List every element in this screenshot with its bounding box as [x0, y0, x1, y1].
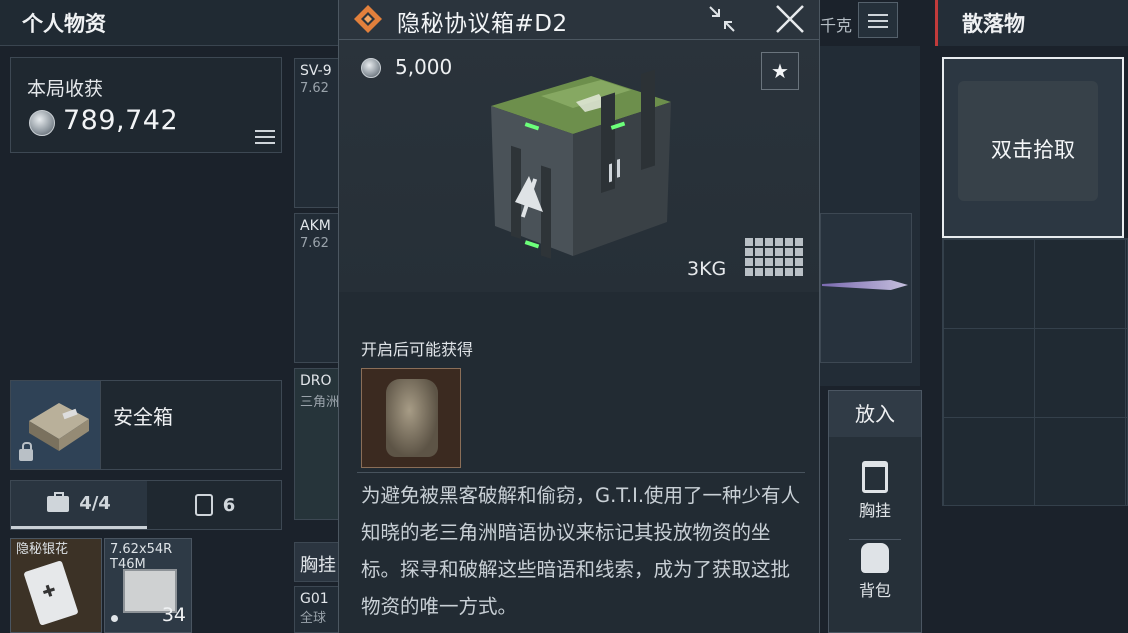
size-cell	[795, 268, 803, 276]
modal-header: 隐秘协议箱#D2	[339, 0, 819, 40]
size-cell	[795, 258, 803, 266]
personal-items-header: 个人物资	[0, 0, 338, 46]
size-cell	[765, 258, 773, 266]
backpack-icon	[386, 379, 438, 457]
list-icon	[868, 14, 888, 28]
slot-name: 隐秘银花	[16, 542, 69, 557]
size-cell	[745, 238, 753, 246]
possible-loot-item[interactable]	[361, 368, 461, 468]
star-icon: ★	[771, 59, 789, 83]
item-preview: 5,000 ★ 3KG	[339, 40, 819, 292]
harvest-label: 本局收获	[27, 78, 104, 100]
place-into-panel: 放入 胸挂 背包	[828, 390, 922, 633]
size-cell	[795, 248, 803, 256]
slot-subtitle: 7.62	[300, 81, 329, 96]
coin-icon	[29, 110, 55, 136]
pickup-hint: 双击拾取	[991, 138, 1075, 162]
loot-title: 散落物	[962, 12, 1025, 36]
place-backpack-label: 背包	[858, 581, 891, 600]
personal-items-title: 个人物资	[22, 12, 106, 36]
size-cell	[755, 238, 763, 246]
backpack-icon	[861, 543, 889, 573]
tab-briefcase-count: 4/4	[79, 493, 111, 514]
slot-name: 7.62x54R T46M	[110, 542, 173, 572]
size-cell	[775, 268, 783, 276]
close-icon[interactable]	[773, 2, 807, 36]
card-icon	[23, 560, 79, 626]
item-description: 为避免被黑客破解和偷窃，G.T.I.使用了一种少有人知晓的老三角洲暗语协议来标记…	[361, 484, 801, 618]
size-cell	[765, 248, 773, 256]
size-cell	[785, 268, 793, 276]
size-cell	[755, 248, 763, 256]
favorite-button[interactable]: ★	[761, 52, 799, 90]
tab-vest[interactable]: 6	[147, 481, 283, 529]
equipment-slot[interactable]: SV-9 7.62	[294, 58, 340, 208]
item-weight: 3KG	[687, 258, 727, 280]
slot-title: G01	[300, 591, 329, 607]
inventory-slot[interactable]: 隐秘银花	[10, 538, 102, 633]
chest-rig-icon	[862, 461, 888, 493]
size-cell	[765, 268, 773, 276]
place-into-title: 放入	[829, 391, 921, 437]
weight-unit: 千克	[820, 16, 853, 35]
item-size-grid	[745, 238, 803, 276]
item-detail-modal: 隐秘协议箱#D2 5,000 ★ 3KG 开启后可能获得 为避免被黑客破解和偷窃…	[338, 0, 820, 633]
harvest-panel: 本局收获 789,742	[10, 57, 282, 153]
slot-subtitle: 7.62	[300, 236, 329, 251]
harvest-value: 789,742	[63, 105, 179, 136]
size-cell	[755, 268, 763, 276]
possible-loot-label: 开启后可能获得	[361, 340, 474, 359]
equipment-slot[interactable]: 胸挂	[294, 542, 340, 582]
size-cell	[775, 248, 783, 256]
loot-grid[interactable]	[942, 238, 1128, 506]
menu-button[interactable]	[858, 2, 898, 38]
collapse-icon[interactable]	[707, 4, 737, 34]
lock-icon	[19, 442, 33, 461]
briefcase-icon	[47, 491, 70, 512]
size-cell	[785, 258, 793, 266]
size-cell	[795, 238, 803, 246]
rarity-diamond-icon	[354, 5, 382, 33]
divider	[849, 539, 901, 540]
equipment-slot[interactable]: AKM 7.62	[294, 213, 340, 363]
place-backpack-button[interactable]: 背包	[829, 543, 921, 601]
size-cell	[785, 248, 793, 256]
vest-icon	[194, 494, 213, 516]
size-cell	[745, 248, 753, 256]
item-price: 5,000	[395, 55, 453, 79]
status-dot	[111, 615, 118, 622]
slot-title: 胸挂	[300, 555, 336, 576]
size-cell	[775, 258, 783, 266]
size-cell	[785, 238, 793, 246]
crate-image	[491, 69, 671, 259]
equipment-slot[interactable]: G01 全球	[294, 586, 340, 633]
tab-vest-count: 6	[222, 494, 236, 516]
safebox-slot[interactable]: 安全箱	[10, 380, 282, 470]
safebox-label: 安全箱	[113, 405, 173, 429]
item-title: 隐秘协议箱#D2	[397, 11, 568, 37]
place-chest-rig-button[interactable]: 胸挂	[829, 461, 921, 521]
inventory-slot[interactable]: 7.62x54R T46M 34	[104, 538, 192, 633]
size-cell	[765, 238, 773, 246]
list-icon[interactable]	[255, 130, 275, 144]
loot-header: 散落物	[935, 0, 1128, 46]
slot-title: SV-9	[300, 63, 332, 79]
size-cell	[775, 238, 783, 246]
tab-briefcase[interactable]: 4/4	[11, 481, 147, 529]
slot-title: AKM	[300, 218, 331, 234]
size-cell	[755, 258, 763, 266]
place-chest-rig-label: 胸挂	[858, 501, 891, 520]
equipment-slot[interactable]: DRO 三角洲	[294, 368, 340, 520]
slot-subtitle: 全球	[300, 611, 327, 626]
container-tabs: 4/4 6	[10, 480, 282, 530]
size-cell	[745, 258, 753, 266]
size-cell	[745, 268, 753, 276]
loot-item-slot[interactable]: 双击拾取	[942, 57, 1124, 238]
slot-title: DRO	[300, 373, 332, 389]
slot-subtitle: 三角洲	[300, 395, 340, 410]
divider	[357, 472, 805, 473]
coin-icon	[361, 58, 381, 78]
slot-count: 34	[161, 604, 186, 626]
